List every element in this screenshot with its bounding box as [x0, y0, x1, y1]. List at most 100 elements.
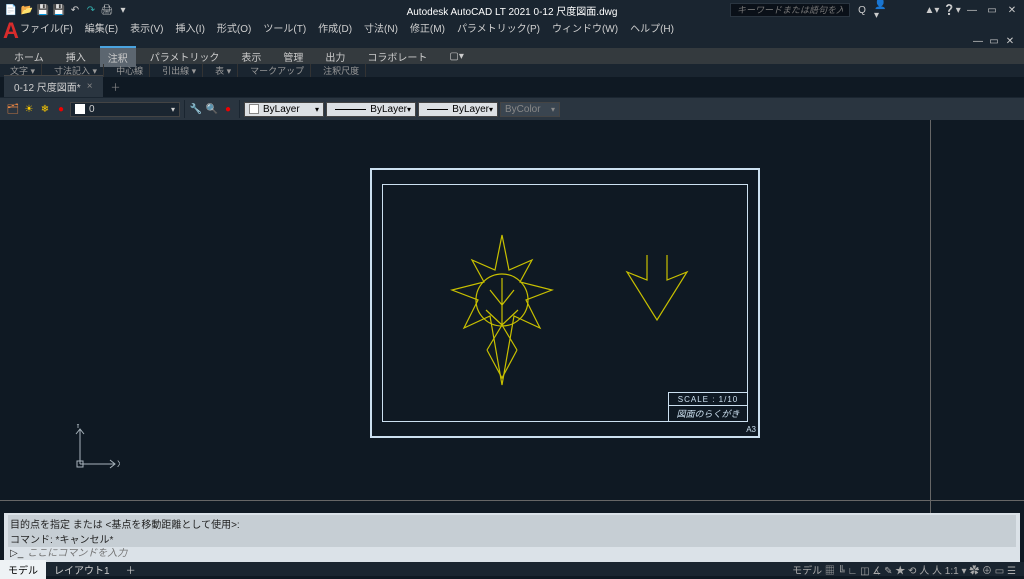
crosshair-horizontal [0, 500, 1024, 501]
cmd-icon: ▷_ [10, 548, 23, 559]
ribbon-panel[interactable]: マークアップ [244, 64, 311, 77]
drawing-emblem [442, 230, 562, 390]
cmd-history-line: コマンド: *キャンセル* [10, 531, 1014, 546]
color-label: ByLayer [263, 104, 300, 115]
svg-text:X: X [117, 459, 120, 469]
ribbon-panel[interactable]: 注釈尺度 [317, 64, 366, 77]
linetype-dropdown[interactable]: ByLayer ▾ [326, 102, 416, 117]
paper-frame: SCALE : 1/10 図面のらくがき A3 [370, 168, 760, 438]
qat: 📄 📂 💾 💾 ↶ ↷ 🖨 ▾ [0, 3, 130, 17]
menu-item[interactable]: ヘルプ(H) [630, 20, 674, 35]
dropdown-icon[interactable]: ▾ [116, 3, 130, 17]
layer-match-icon[interactable]: ● [221, 102, 235, 116]
maximize-icon[interactable]: ▭ [984, 3, 1000, 17]
cmd-history-line: 目的点を指定 または <基点を移動距離として使用>: [10, 516, 1014, 531]
doc-minimize-icon[interactable]: — [970, 34, 986, 48]
drawing-arrow [622, 250, 692, 330]
saveas-icon[interactable]: 💾 [52, 3, 66, 17]
layer-dropdown[interactable]: 0 ▾ [70, 102, 180, 117]
ribbon-tab[interactable]: コラボレート [359, 47, 435, 66]
layer-sun-icon[interactable]: ☀ [22, 102, 36, 116]
color-swatch [249, 104, 259, 114]
menu-item[interactable]: 形式(O) [217, 20, 251, 35]
ribbon-tab[interactable]: 出力 [317, 47, 353, 66]
crosshair-vertical [930, 120, 931, 536]
chevron-down-icon: ▾ [171, 105, 175, 114]
ribbon-extra-icon[interactable]: ▢▾ [441, 49, 471, 64]
sheet-size: A3 [746, 425, 756, 434]
doc-restore-icon[interactable]: ▭ [986, 34, 1002, 48]
ribbon-panels: 文字 ▾ 寸法記入 ▾ 中心線 引出線 ▾ 表 ▾ マークアップ 注釈尺度 [0, 64, 1024, 77]
layer-prop-icon[interactable]: 🗂 [6, 102, 20, 116]
layer-name: 0 [89, 104, 95, 115]
linetype-label: ByLayer [370, 104, 407, 115]
layer-color-swatch [75, 104, 85, 114]
close-icon[interactable]: ✕ [1004, 3, 1020, 17]
new-icon[interactable]: 📄 [4, 3, 18, 17]
print-icon[interactable]: 🖨 [100, 3, 114, 17]
save-icon[interactable]: 💾 [36, 3, 50, 17]
document-tab[interactable]: 0-12 尺度図面* × [4, 75, 103, 97]
ucs-icon: X Y [70, 424, 120, 476]
menu-item[interactable]: 表示(V) [130, 20, 163, 35]
ribbon-tabs: ホーム 挿入 注釈 パラメトリック 表示 管理 出力 コラボレート ▢▾ [0, 48, 1024, 64]
doc-close-icon[interactable]: ✕ [1002, 34, 1018, 48]
document-tab-label: 0-12 尺度図面* [14, 79, 81, 94]
chevron-down-icon: ▾ [489, 105, 493, 114]
command-history: 目的点を指定 または <基点を移動距離として使用>: コマンド: *キャンセル* [8, 515, 1016, 547]
title-cell: 図面のらくがき [668, 406, 748, 422]
menu-item[interactable]: 寸法(N) [364, 20, 398, 35]
ribbon-panel[interactable]: 引出線 ▾ [156, 64, 203, 77]
layer-freeze-icon[interactable]: ❄ [38, 102, 52, 116]
layer-lock-icon[interactable]: ● [54, 102, 68, 116]
minimize-icon[interactable]: — [964, 3, 980, 17]
layer-states-icon[interactable]: 🔧 [189, 102, 203, 116]
ribbon-tab[interactable]: 挿入 [58, 47, 94, 66]
linetype-preview [335, 109, 366, 110]
menu-item[interactable]: 挿入(I) [175, 20, 204, 35]
menu-item[interactable]: ウィンドウ(W) [552, 20, 618, 35]
ribbon-panel[interactable]: 表 ▾ [209, 64, 238, 77]
titlebar: 📄 📂 💾 💾 ↶ ↷ 🖨 ▾ Autodesk AutoCAD LT 2021… [0, 0, 1024, 20]
window-title: Autodesk AutoCAD LT 2021 0-12 尺度図面.dwg [407, 3, 618, 18]
svg-text:Y: Y [75, 424, 81, 430]
ribbon-tab[interactable]: ホーム [6, 47, 52, 66]
command-prompt[interactable]: ▷_ [8, 547, 1016, 560]
help-icon[interactable]: ❔▾ [944, 3, 960, 17]
chevron-down-icon: ▾ [407, 105, 411, 114]
app-logo[interactable]: A [2, 16, 20, 46]
redo-icon[interactable]: ↷ [84, 3, 98, 17]
status-toggles[interactable]: モデル ▦ ╚ ∟ ◫ ∡ ✎ ★ ⟲ 人 人 1:1 ▾ ✿ ⊕ ▭ ☰ [792, 562, 1024, 577]
menu-item[interactable]: 作成(D) [318, 20, 352, 35]
model-canvas[interactable]: X Y SCALE : 1/10 図面のらくがき A3 [0, 120, 1024, 536]
properties-toolbar: 🗂 ☀ ❄ ● 0 ▾ 🔧 🔍 ● ByLayer ▾ ByLayer ▾ By… [0, 97, 1024, 121]
drawing-border [382, 184, 748, 422]
command-line: 目的点を指定 または <基点を移動距離として使用>: コマンド: *キャンセル*… [4, 513, 1020, 562]
chevron-down-icon: ▾ [315, 105, 319, 114]
share-icon[interactable]: ▲▾ [924, 3, 940, 17]
plotstyle-dropdown[interactable]: ByColor ▾ [500, 102, 560, 117]
search-input[interactable] [730, 3, 850, 17]
ribbon-tab[interactable]: パラメトリック [142, 47, 228, 66]
menu-item[interactable]: ファイル(F) [20, 20, 73, 35]
color-dropdown[interactable]: ByLayer ▾ [244, 102, 324, 117]
doc-tabs: 0-12 尺度図面* × ＋ [0, 77, 1024, 97]
ribbon-tab[interactable]: 表示 [233, 47, 269, 66]
layer-filter-icon[interactable]: 🔍 [205, 102, 219, 116]
ribbon-tab[interactable]: 管理 [275, 47, 311, 66]
lineweight-label: ByLayer [452, 104, 489, 115]
open-icon[interactable]: 📂 [20, 3, 34, 17]
lineweight-dropdown[interactable]: ByLayer ▾ [418, 102, 498, 117]
command-input[interactable] [27, 548, 1014, 559]
menu-item[interactable]: 修正(M) [410, 20, 445, 35]
menu-item[interactable]: パラメトリック(P) [457, 20, 540, 35]
main-menu: ファイル(F) 編集(E) 表示(V) 挿入(I) 形式(O) ツール(T) 作… [0, 20, 1024, 34]
undo-icon[interactable]: ↶ [68, 3, 82, 17]
search-icon[interactable]: Q [854, 3, 870, 17]
add-tab-button[interactable]: ＋ [103, 76, 129, 97]
status-bar: モデル レイアウト1 ＋ モデル ▦ ╚ ∟ ◫ ∡ ✎ ★ ⟲ 人 人 1:1… [0, 562, 1024, 576]
signin-icon[interactable]: 👤▾ [874, 3, 890, 17]
menu-item[interactable]: 編集(E) [85, 20, 118, 35]
tab-close-icon[interactable]: × [87, 81, 93, 92]
menu-item[interactable]: ツール(T) [263, 20, 306, 35]
